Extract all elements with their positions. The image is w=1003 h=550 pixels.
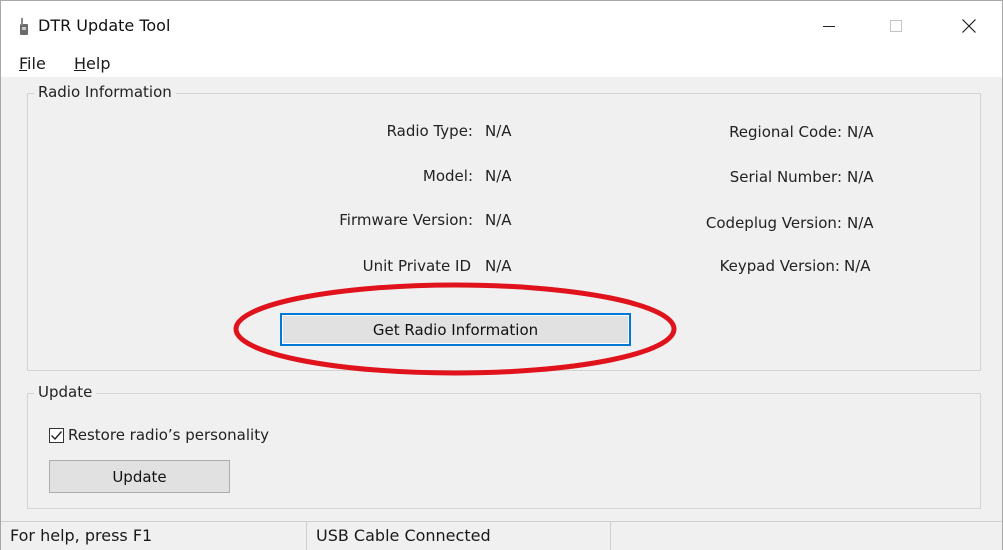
status-pane-help: For help, press F1 [1,522,307,550]
regional-code-value: N/A [847,123,874,141]
maximize-icon [890,20,902,32]
serial-number-value: N/A [847,168,874,186]
keypad-version-value: N/A [844,257,871,275]
menu-file-label: ile [27,54,46,73]
serial-number-label: Serial Number: [729,168,842,186]
codeplug-version-label: Codeplug Version: [705,214,842,232]
radio-app-icon [20,18,28,35]
menu-help-label: elp [86,54,111,73]
unit-private-id-value: N/A [485,257,512,275]
radio-type-label: Radio Type: [386,122,473,140]
restore-personality-option[interactable]: Restore radio’s personality [49,426,269,444]
radio-type-value: N/A [485,122,512,140]
maximize-button[interactable] [873,1,919,51]
checkmark-icon [51,430,63,440]
menu-help[interactable]: Help [74,54,110,73]
window-title: DTR Update Tool [38,16,171,35]
menu-file[interactable]: File [19,54,46,73]
menu-bar: File Help [1,51,1002,77]
close-button[interactable] [946,1,992,51]
model-value: N/A [485,167,512,185]
codeplug-version-value: N/A [847,214,874,232]
status-bar: For help, press F1 USB Cable Connected [1,521,1002,550]
status-connection-text: USB Cable Connected [316,526,491,545]
restore-personality-checkbox[interactable] [49,427,64,443]
regional-code-label: Regional Code: [729,123,842,141]
minimize-icon [823,26,835,27]
radio-information-label: Radio Information [34,83,176,101]
status-pane-connection: USB Cable Connected [307,522,611,550]
minimize-button[interactable] [806,1,852,51]
update-group-label: Update [34,383,97,401]
update-button[interactable]: Update [49,460,230,493]
restore-personality-label: Restore radio’s personality [68,426,269,444]
menu-help-accelerator: H [74,54,87,73]
menu-file-accelerator: F [19,54,28,73]
keypad-version-label: Keypad Version: [719,257,840,275]
close-icon [962,19,976,33]
model-label: Model: [422,167,473,185]
firmware-version-value: N/A [485,211,512,229]
app-window: DTR Update Tool File Help Radio Informat… [0,0,1003,550]
title-bar[interactable]: DTR Update Tool [1,1,1002,51]
firmware-version-label: Firmware Version: [339,211,473,229]
unit-private-id-label: Unit Private ID [362,257,471,275]
get-radio-information-button[interactable]: Get Radio Information [280,313,631,346]
status-help-text: For help, press F1 [10,526,153,545]
